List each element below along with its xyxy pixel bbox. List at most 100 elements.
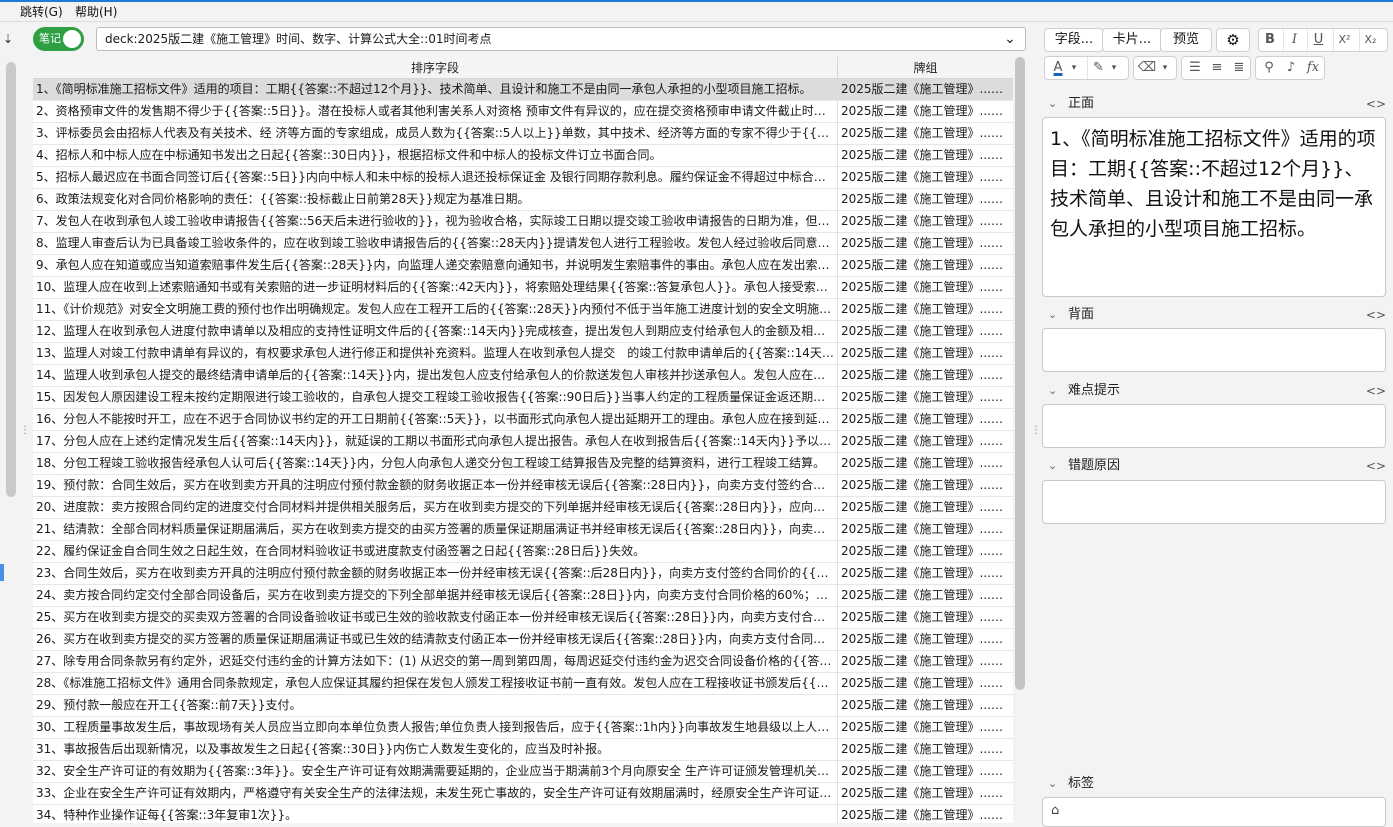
gear-icon[interactable]: ⚙ <box>1216 28 1250 52</box>
hint-field-editor[interactable] <box>1042 404 1386 448</box>
sort-field-cell: 4、招标人和中标人应在中标通知书发出之日起{{答案::30日内}}，根据招标文件… <box>33 145 838 167</box>
table-row[interactable]: 19、预付款：合同生效后，买方在收到卖方开具的注明应付预付款金额的财务收据正本一… <box>33 475 1013 497</box>
code-toggle-icon[interactable]: <> <box>1366 94 1386 114</box>
bold-button[interactable]: B <box>1259 29 1281 51</box>
deck-cell: 2025版二建《施工管理》...算公 <box>841 104 1013 118</box>
table-row[interactable]: 24、卖方按合同约定交付全部合同设备后，买方在收到卖方提交的下列全部单据并经审核… <box>33 585 1013 607</box>
chevron-down-icon[interactable]: ⌄ <box>1048 94 1057 114</box>
table-row[interactable]: 18、分包工程竣工验收报告经承包人认可后{{答案::14天}}内，分包人向承包人… <box>33 453 1013 475</box>
field-header-tags[interactable]: ⌄ 标签 <box>1046 774 1386 794</box>
table-row[interactable]: 34、特种作业操作证每{{答案::3年复审1次}}。 2025版二建《施工管理》.… <box>33 805 1013 823</box>
table-row[interactable]: 25、买方在收到卖方提交的买卖双方签署的合同设备验收证书或已生效的验收款支付函正… <box>33 607 1013 629</box>
table-row[interactable]: 27、除专用合同条款另有约定外，迟延交付违约金的计算方法如下：(1) 从迟交的第… <box>33 651 1013 673</box>
chevron-down-icon[interactable]: ⌄ <box>1048 456 1057 476</box>
table-row[interactable]: 32、安全生产许可证的有效期为{{答案::3年}}。安全生产许可证有效期满需要延… <box>33 761 1013 783</box>
code-toggle-icon[interactable]: <> <box>1366 381 1386 401</box>
italic-button[interactable]: I <box>1283 29 1305 51</box>
menu-jump[interactable]: 跳转(G) <box>20 4 63 20</box>
menu-help[interactable]: 帮助(H) <box>75 4 117 20</box>
toggle-knob <box>63 30 81 48</box>
deck-cell: 2025版二建《施工管理》...算公 <box>841 698 1013 712</box>
microphone-icon[interactable]: ♪ <box>1280 57 1302 79</box>
attach-icon[interactable]: ⚲ <box>1258 57 1280 79</box>
numbered-list-icon[interactable]: ≡ <box>1206 57 1228 79</box>
chevron-down-icon[interactable]: ▾ <box>1067 57 1081 79</box>
deck-cell: 2025版二建《施工管理》...算公 <box>841 478 1013 492</box>
eraser-icon[interactable]: ⌫ <box>1136 57 1158 79</box>
table-row[interactable]: 22、履约保证金自合同生效之日起生效，在合同材料验收证书或进度款支付函签署之日起… <box>33 541 1013 563</box>
table-row[interactable]: 14、监理人收到承包人提交的最终结清申请单后的{{答案::14天}}内，提出发包… <box>33 365 1013 387</box>
table-row[interactable]: 30、工程质量事故发生后，事故现场有关人员应当立即向本单位负责人报告;单位负责人… <box>33 717 1013 739</box>
sort-field-cell: 14、监理人收到承包人提交的最终结清申请单后的{{答案::14天}}内，提出发包… <box>33 365 838 387</box>
column-deck[interactable]: 牌组 <box>838 57 1013 79</box>
search-input[interactable]: deck:2025版二建《施工管理》时间、数字、计算公式大全::01时间考点 ⌄ <box>96 27 1026 51</box>
fields-button[interactable]: 字段... <box>1044 28 1104 52</box>
table-row[interactable]: 31、事故报告后出现新情况，以及事故发生之日起{{答案::30日}}内伤亡人数发… <box>33 739 1013 761</box>
field-header-front[interactable]: ⌄ 正面 <> <box>1046 94 1386 114</box>
table-row[interactable]: 8、监理人审查后认为已具备竣工验收条件的，应在收到竣工验收申请报告后的{{答案:… <box>33 233 1013 255</box>
preview-button[interactable]: 预览 <box>1160 28 1212 52</box>
deck-cell: 2025版二建《施工管理》...算公 <box>841 258 1013 272</box>
table-row[interactable]: 11、《计价规范》对安全文明施工费的预付也作出明确规定。发包人应在工程开工后的{… <box>33 299 1013 321</box>
table-row[interactable]: 33、企业在安全生产许可证有效期内，严格遵守有关安全生产的法律法规，未发生死亡事… <box>33 783 1013 805</box>
field-header-error[interactable]: ⌄ 错题原因 <> <box>1046 456 1386 476</box>
field-header-hint[interactable]: ⌄ 难点提示 <> <box>1046 381 1386 401</box>
note-card-toggle[interactable]: 笔记 <box>33 27 84 51</box>
sort-field-cell: 13、监理人对竣工付款申请单有异议的，有权要求承包人进行修正和提供补充资料。监理… <box>33 343 838 365</box>
table-row[interactable]: 12、监理人在收到承包人进度付款申请单以及相应的支持性证明文件后的{{答案::1… <box>33 321 1013 343</box>
field-header-back[interactable]: ⌄ 背面 <> <box>1046 305 1386 325</box>
table-row[interactable]: 16、分包人不能按时开工，应在不迟于合同协议书约定的开工日期前{{答案::5天}… <box>33 409 1013 431</box>
underline-button[interactable]: U <box>1307 29 1329 51</box>
chevron-down-icon[interactable]: ▾ <box>1107 57 1121 79</box>
chevron-down-icon[interactable]: ⌄ <box>1048 381 1057 401</box>
table-row[interactable]: 21、结清款：全部合同材料质量保证期届满后，买方在收到卖方提交的由买方签署的质量… <box>33 519 1013 541</box>
sort-field-cell: 18、分包工程竣工验收报告经承包人认可后{{答案::14天}}内，分包人向承包人… <box>33 453 838 475</box>
table-row[interactable]: 4、招标人和中标人应在中标通知书发出之日起{{答案::30日内}}，根据招标文件… <box>33 145 1013 167</box>
table-scrollbar[interactable] <box>1014 57 1026 823</box>
back-field-editor[interactable] <box>1042 328 1386 372</box>
table-row[interactable]: 7、发包人在收到承包人竣工验收申请报告{{答案::56天后未进行验收的}}，视为… <box>33 211 1013 233</box>
chevron-down-icon[interactable]: ⌄ <box>1048 774 1057 794</box>
deck-cell: 2025版二建《施工管理》...算公 <box>841 82 1013 96</box>
subscript-button[interactable]: X₂ <box>1359 29 1381 51</box>
align-icon[interactable]: ≣ <box>1228 57 1250 79</box>
left-splitter-grip[interactable]: ⋮ <box>20 425 30 436</box>
sidebar-toggle-icon[interactable]: ⇣ <box>3 32 13 46</box>
bullet-list-icon[interactable]: ☰ <box>1184 57 1206 79</box>
table-row[interactable]: 29、预付款一般应在开工{{答案::前7天}}支付。 2025版二建《施工管理》.… <box>33 695 1013 717</box>
code-toggle-icon[interactable]: <> <box>1366 305 1386 325</box>
table-row[interactable]: 28、《标准施工招标文件》通用合同条款规定，承包人应保证其履约担保在发包人颁发工… <box>33 673 1013 695</box>
table-row[interactable]: 10、监理人应在收到上述索赔通知书或有关索赔的进一步证明材料后的{{答案::42… <box>33 277 1013 299</box>
error-field-editor[interactable] <box>1042 480 1386 524</box>
table-scrollbar-thumb[interactable] <box>1015 57 1025 690</box>
table-row[interactable]: 3、评标委员会由招标人代表及有关技术、经 济等方面的专家组成，成员人数为{{答案… <box>33 123 1013 145</box>
superscript-button[interactable]: X² <box>1333 29 1355 51</box>
code-toggle-icon[interactable]: <> <box>1366 456 1386 476</box>
font-color-icon[interactable]: A <box>1047 57 1069 79</box>
table-row[interactable]: 20、进度款：卖方按照合同约定的进度交付合同材料并提供相关服务后，买方在收到卖方… <box>33 497 1013 519</box>
chevron-down-icon[interactable]: ⌄ <box>1048 305 1057 325</box>
table-row[interactable]: 1、《简明标准施工招标文件》适用的项目：工期{{答案::不超过12个月}}、技术… <box>33 79 1013 101</box>
table-row[interactable]: 5、招标人最迟应在书面合同签订后{{答案::5日}}内向中标人和未中标的投标人退… <box>33 167 1013 189</box>
column-sort-field[interactable]: 排序字段 <box>33 57 838 79</box>
formula-icon[interactable]: fx <box>1302 57 1324 79</box>
highlight-icon[interactable]: ✎ <box>1087 57 1109 79</box>
table-row[interactable]: 17、分包人应在上述约定情况发生后{{答案::14天内}}，就延误的工期以书面形… <box>33 431 1013 453</box>
note-toggle-label: 笔记 <box>39 32 61 45</box>
table-row[interactable]: 15、因发包人原因建设工程未按约定期限进行竣工验收的，自承包人提交工程竣工验收报… <box>33 387 1013 409</box>
cards-button[interactable]: 卡片... <box>1102 28 1162 52</box>
table-row[interactable]: 23、合同生效后，买方在收到卖方开具的注明应付预付款金额的财务收据正本一份并经审… <box>33 563 1013 585</box>
front-field-editor[interactable]: 1、《简明标准施工招标文件》适用的项目：工期{{答案::不超过12个月}}、技术… <box>1042 117 1386 297</box>
sort-field-cell: 5、招标人最迟应在书面合同签订后{{答案::5日}}内向中标人和未中标的投标人退… <box>33 167 838 189</box>
chevron-down-icon[interactable]: ⌄ <box>999 29 1021 49</box>
table-row[interactable]: 2、资格预审文件的发售期不得少于{{答案::5日}}。潜在投标人或者其他利害关系… <box>33 101 1013 123</box>
chevron-down-icon[interactable]: ▾ <box>1158 57 1172 79</box>
deck-cell: 2025版二建《施工管理》...算公 <box>841 434 1013 448</box>
table-row[interactable]: 26、买方在收到卖方提交的买方签署的质量保证期届满证书或已生效的结清款支付函正本… <box>33 629 1013 651</box>
table-row[interactable]: 6、政策法规变化对合同价格影响的责任：{{答案::投标截止日前第28天}}规定为… <box>33 189 1013 211</box>
table-row[interactable]: 9、承包人应在知道或应当知道索赔事件发生后{{答案::28天}}内，向监理人递交… <box>33 255 1013 277</box>
sidebar-scrollbar[interactable] <box>6 62 16 497</box>
table-row[interactable]: 13、监理人对竣工付款申请单有异议的，有权要求承包人进行修正和提供补充资料。监理… <box>33 343 1013 365</box>
sort-field-cell: 23、合同生效后，买方在收到卖方开具的注明应付预付款金额的财务收据正本一份并经审… <box>33 563 838 585</box>
sort-field-cell: 16、分包人不能按时开工，应在不迟于合同协议书约定的开工日期前{{答案::5天}… <box>33 409 838 431</box>
